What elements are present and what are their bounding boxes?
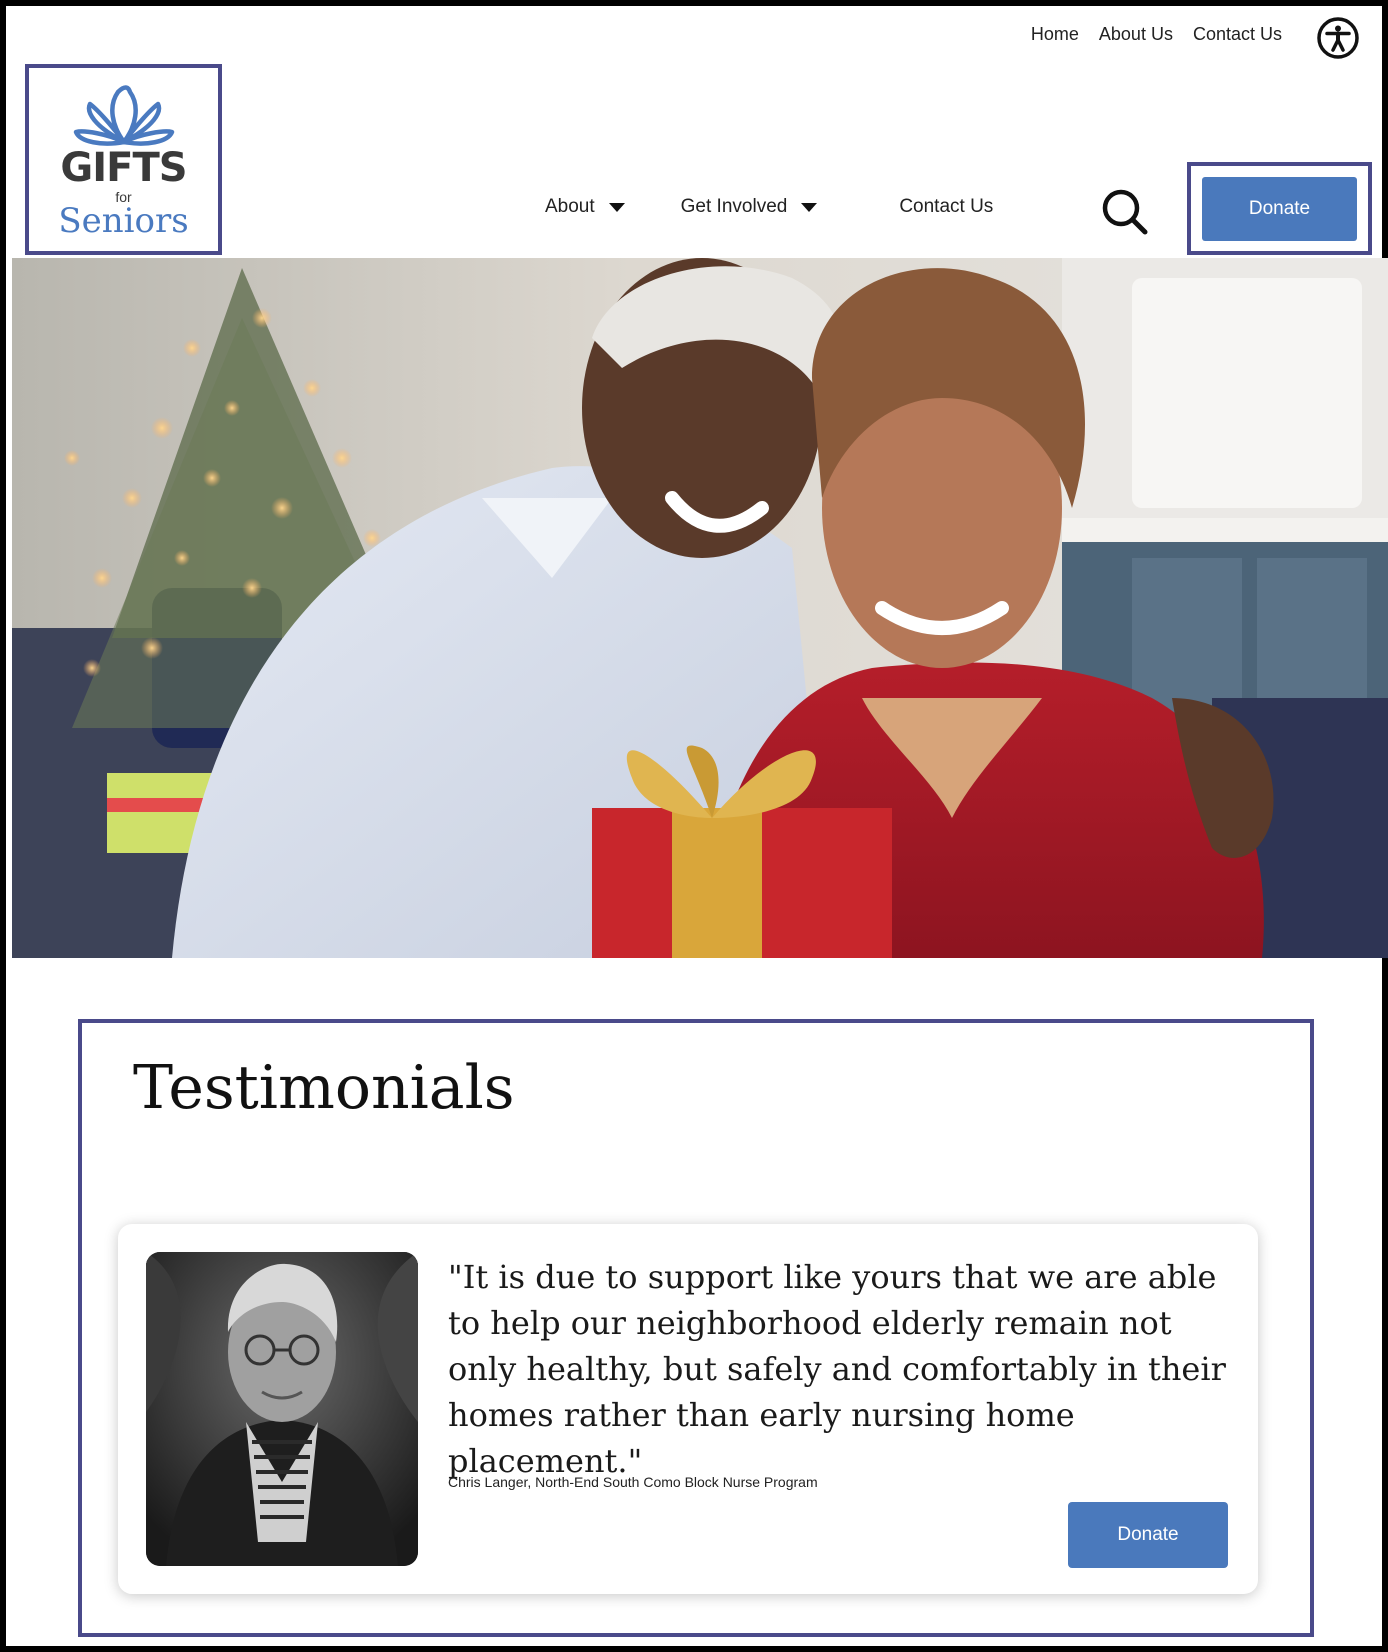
nav-item-get-involved[interactable]: Get Involved	[681, 196, 818, 218]
caret-down-icon	[801, 202, 818, 212]
util-nav-contact-us-link[interactable]: Contact Us	[1193, 24, 1282, 45]
search-icon[interactable]	[1099, 186, 1151, 238]
testimonial-card: "It is due to support like yours that we…	[118, 1224, 1258, 1594]
testimonials-heading: Testimonials	[133, 1053, 515, 1123]
testimonial-donate-button[interactable]: Donate	[1068, 1502, 1228, 1568]
utility-nav: Home About Us Contact Us	[1031, 24, 1282, 45]
testimonial-photo	[146, 1252, 418, 1566]
caret-down-icon	[608, 202, 625, 212]
logo-wordmark-gifts: GIFTS	[60, 145, 187, 191]
nav-item-contact-us[interactable]: Contact Us	[899, 196, 993, 218]
page-frame: Home About Us Contact Us GIFTS for Senio…	[0, 0, 1388, 1652]
testimonial-quote: "It is due to support like yours that we…	[448, 1258, 1226, 1480]
nav-item-contact-us-label: Contact Us	[899, 196, 994, 217]
site-logo[interactable]: GIFTS for Seniors	[25, 64, 222, 255]
testimonial-author: Chris Langer, North-End South Como Block…	[448, 1474, 818, 1490]
nav-item-about-label: About	[545, 196, 595, 217]
nav-item-get-involved-label: Get Involved	[680, 196, 788, 217]
util-nav-about-us-link[interactable]: About Us	[1099, 24, 1173, 45]
testimonials-section: Testimonials "It is due to support like …	[78, 1019, 1314, 1637]
logo-wordmark-seniors: Seniors	[58, 201, 189, 241]
header-donate-button[interactable]: Donate	[1202, 177, 1357, 241]
hero-photo	[12, 258, 1388, 958]
util-nav-home-link[interactable]: Home	[1031, 24, 1079, 45]
header-donate-highlight: Donate	[1187, 162, 1372, 255]
main-nav: About Get Involved Contact Us	[545, 196, 993, 218]
bow-icon	[73, 85, 175, 146]
accessibility-icon[interactable]	[1316, 16, 1360, 60]
nav-item-about[interactable]: About	[545, 196, 625, 218]
